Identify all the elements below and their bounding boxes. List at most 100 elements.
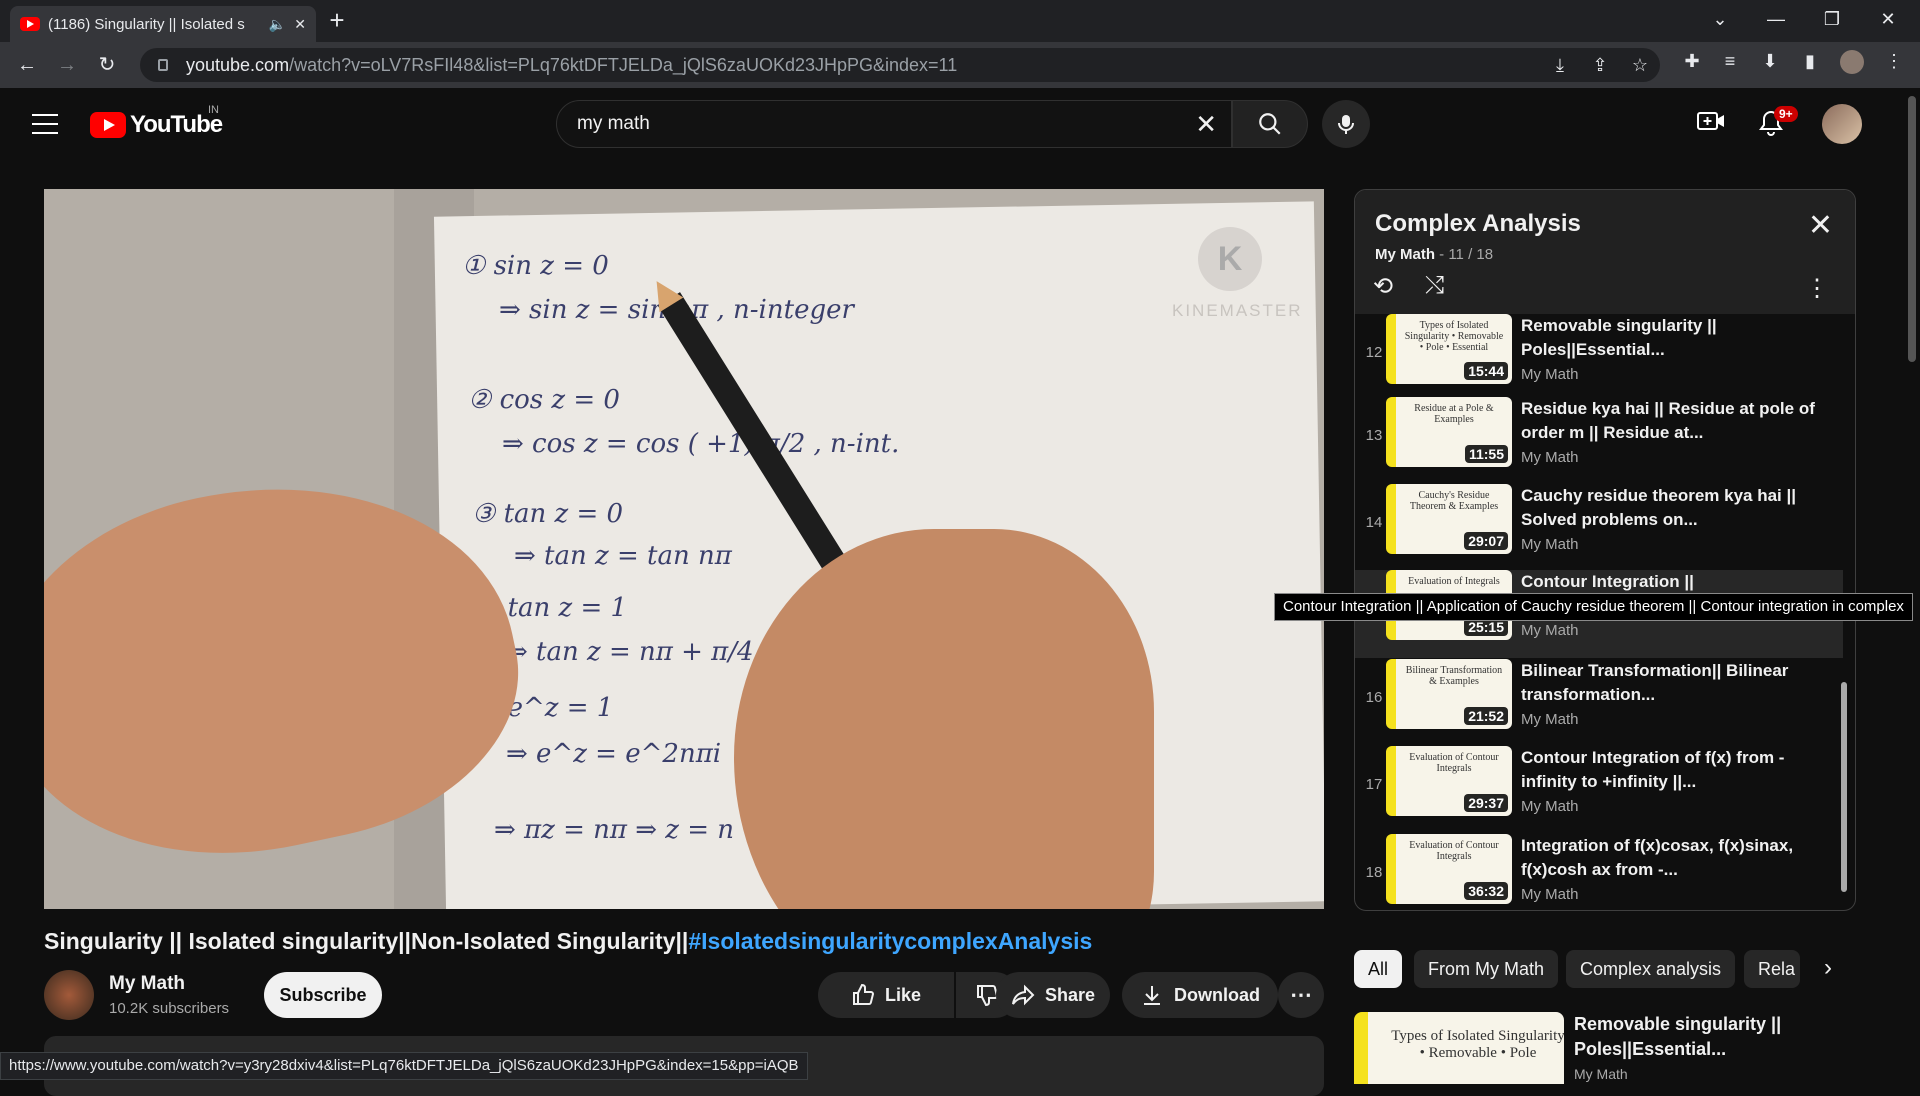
side-panel-icon[interactable]: ▮ [1798, 50, 1822, 74]
recommended-thumbnail[interactable]: Types of Isolated Singularity • Removabl… [1354, 1012, 1564, 1084]
playlist-item-index: 18 [1365, 864, 1383, 881]
playlist-item-title[interactable]: Bilinear Transformation|| Bilinear trans… [1521, 659, 1821, 707]
playlist-item-channel: My Math [1521, 366, 1579, 383]
playlist-item-index: 14 [1365, 514, 1383, 531]
like-button[interactable]: Like [818, 972, 954, 1018]
playlist-channel[interactable]: My Math [1375, 246, 1435, 263]
playlist-item[interactable]: 13 Residue at a Pole & Examples 11:55 Re… [1355, 397, 1843, 485]
browser-tab[interactable]: (1186) Singularity || Isolated s 🔈 ✕ [10, 6, 316, 42]
video-hashtag-link[interactable]: #IsolatedsingularitycomplexAnalysis [688, 928, 1092, 954]
video-title-text: Singularity || Isolated singularity||Non… [44, 928, 689, 954]
playlist-thumbnail[interactable]: Evaluation of Contour Integrals 29:37 [1386, 746, 1512, 816]
back-icon[interactable]: ← [12, 50, 42, 80]
country-code: IN [208, 104, 219, 116]
browser-menu-icon[interactable]: ⋮ [1882, 50, 1906, 74]
math-line: ② cos z = 0 [468, 385, 620, 415]
recommended-title[interactable]: Removable singularity || Poles||Essentia… [1574, 1012, 1834, 1062]
install-app-icon[interactable]: ⤓ [1548, 54, 1572, 78]
address-bar[interactable]: youtube.com/watch?v=oLV7RsFIl48&list=PLq… [140, 48, 1660, 82]
minimize-button[interactable]: — [1748, 0, 1804, 38]
playlist-position: - 11 / 18 [1435, 246, 1494, 263]
thumbnail-text: Evaluation of Contour Integrals [1409, 752, 1499, 774]
media-queue-icon[interactable]: ≡ [1718, 50, 1742, 74]
playlist-thumbnail[interactable]: Bilinear Transformation & Examples 21:52 [1386, 659, 1512, 729]
playlist-thumbnail[interactable]: Residue at a Pole & Examples 11:55 [1386, 397, 1512, 467]
math-line: ③ tan z = 0 [472, 499, 624, 529]
speaker-icon[interactable]: 🔈 [269, 16, 286, 33]
playlist-item-index: 17 [1365, 776, 1383, 793]
playlist-item-index: 12 [1365, 344, 1383, 361]
search-button[interactable] [1232, 100, 1308, 148]
playlist-thumbnail[interactable]: Evaluation of Contour Integrals 36:32 [1386, 834, 1512, 904]
close-playlist-icon[interactable]: ✕ [1808, 208, 1833, 243]
playlist-item-title[interactable]: Contour Integration of f(x) from -infini… [1521, 746, 1821, 794]
playlist-item[interactable]: 17 Evaluation of Contour Integrals 29:37… [1355, 746, 1843, 834]
playlist-item[interactable]: 14 Cauchy's Residue Theorem & Examples 2… [1355, 484, 1843, 572]
playlist-item-channel: My Math [1521, 622, 1579, 639]
youtube-logo[interactable]: YouTube [90, 110, 223, 140]
chip-from-my-math[interactable]: From My Math [1414, 950, 1559, 988]
playlist-item[interactable]: 16 Bilinear Transformation & Examples 21… [1355, 659, 1843, 747]
account-avatar[interactable] [1822, 104, 1862, 144]
forward-icon[interactable]: → [52, 50, 82, 80]
chip-complex-analysis[interactable]: Complex analysis [1566, 950, 1736, 988]
playlist-title[interactable]: Complex Analysis [1375, 210, 1581, 238]
duration-badge: 21:52 [1464, 707, 1508, 725]
math-line: ① sin z = 0 [462, 251, 609, 281]
thumbnail-text: Residue at a Pole & Examples [1414, 403, 1494, 425]
shuffle-icon[interactable]: ⤭ [1425, 272, 1444, 300]
channel-avatar[interactable] [44, 970, 94, 1020]
playlist-item-title[interactable]: Removable singularity || Poles||Essentia… [1521, 314, 1821, 362]
downloads-icon[interactable]: ⬇ [1758, 50, 1782, 74]
share-button[interactable]: Share [996, 972, 1110, 1018]
notification-badge: 9+ [1774, 106, 1798, 122]
close-tab-icon[interactable]: ✕ [294, 16, 306, 33]
playlist-item-title[interactable]: Residue kya hai || Residue at pole of or… [1521, 397, 1821, 445]
chip-all[interactable]: All [1354, 950, 1403, 988]
playlist-scrollbar[interactable] [1841, 682, 1847, 892]
page-scrollbar[interactable] [1908, 96, 1916, 362]
channel-name[interactable]: My Math [109, 973, 185, 995]
playlist-item-title[interactable]: Integration of f(x)cosax, f(x)sinax, f(x… [1521, 834, 1821, 882]
title-tooltip: Contour Integration || Application of Ca… [1274, 593, 1913, 621]
create-video-icon[interactable] [1696, 110, 1726, 140]
share-arrow-icon [1011, 984, 1035, 1006]
menu-icon[interactable] [32, 114, 58, 134]
clear-search-icon[interactable]: ✕ [1195, 111, 1217, 137]
search-input[interactable]: my math ✕ [556, 100, 1232, 148]
chevron-right-icon[interactable]: › [1810, 950, 1846, 988]
close-window-button[interactable]: ✕ [1860, 0, 1916, 38]
thumbnail-text: Types of Isolated Singularity • Removabl… [1404, 320, 1504, 353]
playlist-item-title[interactable]: Cauchy residue theorem kya hai || Solved… [1521, 484, 1821, 532]
new-tab-button[interactable]: + [322, 6, 352, 36]
url-host: youtube.com [186, 54, 290, 75]
thumbnail-text: Cauchy's Residue Theorem & Examples [1409, 490, 1499, 512]
profile-avatar-icon[interactable] [1840, 50, 1864, 74]
voice-search-button[interactable] [1322, 100, 1370, 148]
youtube-header: YouTube IN my math ✕ 9+ [0, 88, 1920, 160]
watermark-text: KINEMASTER [1172, 301, 1303, 320]
playlist-item-index: 16 [1365, 689, 1383, 706]
tab-search-icon[interactable]: ⌄ [1692, 0, 1748, 38]
playlist-menu-icon[interactable]: ⋮ [1805, 274, 1829, 303]
share-page-icon[interactable]: ⇪ [1588, 54, 1612, 78]
playlist-item[interactable]: 12 Types of Isolated Singularity • Remov… [1355, 314, 1843, 402]
subscribe-button[interactable]: Subscribe [264, 972, 382, 1018]
loop-icon[interactable]: ⟲ [1373, 272, 1393, 301]
chip-related[interactable]: Rela [1744, 950, 1800, 988]
restore-button[interactable]: ❐ [1804, 0, 1860, 38]
more-actions-icon[interactable]: ⋯ [1278, 972, 1324, 1018]
duration-badge: 29:37 [1464, 794, 1508, 812]
video-player[interactable]: ① sin z = 0 ⇒ sin z = sin nπ , n-integer… [44, 189, 1324, 909]
duration-badge: 15:44 [1464, 362, 1508, 380]
playlist-item-title[interactable]: Contour Integration || [1521, 570, 1821, 594]
playlist-item[interactable]: 18 Evaluation of Contour Integrals 36:32… [1355, 834, 1843, 910]
url-path: /watch?v=oLV7RsFIl48&list=PLq76ktDFTJELD… [289, 54, 958, 75]
download-button[interactable]: Download [1122, 972, 1278, 1018]
playlist-thumbnail[interactable]: Types of Isolated Singularity • Removabl… [1386, 314, 1512, 384]
reload-icon[interactable]: ↻ [92, 50, 122, 80]
lock-icon[interactable] [158, 59, 168, 71]
playlist-thumbnail[interactable]: Cauchy's Residue Theorem & Examples 29:0… [1386, 484, 1512, 554]
bookmark-star-icon[interactable]: ☆ [1628, 54, 1652, 78]
extensions-icon[interactable]: ✚ [1680, 50, 1704, 74]
